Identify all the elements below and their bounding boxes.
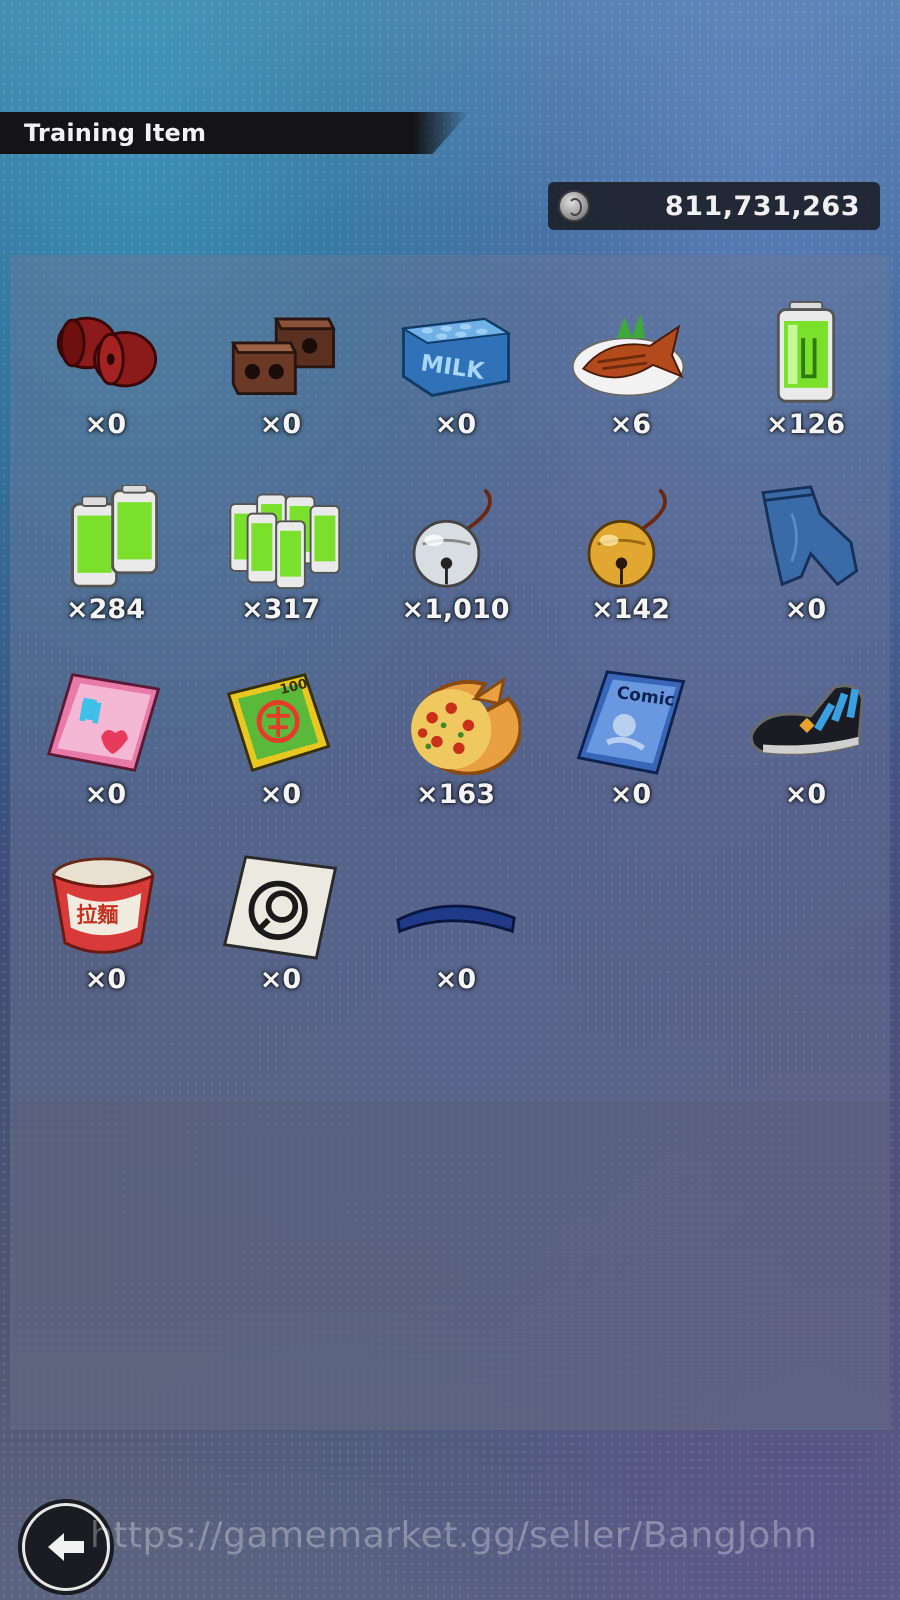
item-grid: ×0 ×0 MILK ×0 ×6 ×126 ×284 ×317 ×1,010 ×… (18, 300, 893, 995)
item-count: ×284 (66, 594, 145, 625)
item-count: ×0 (84, 964, 127, 995)
item-count: ×0 (84, 409, 127, 440)
zeni-coin-icon (558, 190, 590, 222)
milk-carton-icon: MILK (400, 317, 511, 397)
item-count: ×0 (259, 779, 302, 810)
item-count: ×1,010 (401, 594, 510, 625)
item-slot[interactable]: Comic ×0 (543, 670, 718, 810)
item-count: ×163 (416, 779, 495, 810)
item-count: ×142 (591, 594, 670, 625)
item-count: ×0 (609, 779, 652, 810)
blue-headband-icon (395, 904, 516, 934)
item-slot[interactable]: ×284 (18, 485, 193, 625)
item-slot[interactable]: H ×0 (18, 670, 193, 810)
cup-noodle-icon: 拉麵 (51, 857, 155, 954)
item-slot[interactable]: ×126 (718, 300, 893, 440)
silver-bell-icon (412, 488, 492, 588)
svg-text:拉麵: 拉麵 (76, 903, 118, 927)
panel-lower-shade (10, 1100, 890, 1430)
item-count: ×0 (259, 964, 302, 995)
item-slot[interactable]: ×1,010 (368, 485, 543, 625)
currency-display: 811,731,263 (548, 182, 880, 230)
item-count: ×317 (241, 594, 320, 625)
item-slot[interactable]: ×142 (543, 485, 718, 625)
item-count: ×126 (766, 409, 845, 440)
item-slot[interactable]: ×6 (543, 300, 718, 440)
item-slot[interactable]: 拉麵 ×0 (18, 855, 193, 995)
currency-value: 811,731,263 (664, 190, 860, 222)
item-count: ×0 (784, 594, 827, 625)
red-weights-icon (56, 316, 157, 388)
page-title: Training Item (24, 119, 207, 147)
title-bar: Training Item (0, 112, 470, 154)
watermark-text: https://gamemarket.gg/seller/BangJohn (90, 1515, 818, 1556)
item-slot[interactable]: 100 ×0 (193, 670, 368, 810)
emblem-card-icon (222, 855, 337, 960)
pink-magazine-icon: H (46, 673, 160, 772)
item-slot[interactable]: ×0 (368, 855, 543, 995)
battery-pack-icon (228, 493, 340, 590)
back-arrow-icon (48, 1533, 84, 1561)
sneaker-icon (749, 684, 864, 756)
item-slot[interactable]: ×0 (18, 300, 193, 440)
item-slot[interactable]: ×0 (193, 855, 368, 995)
item-count: ×0 (84, 779, 127, 810)
pizza-icon (410, 676, 521, 775)
brown-weights-icon (230, 317, 336, 395)
gold-bell-icon (587, 488, 667, 588)
item-slot[interactable]: ×163 (368, 670, 543, 810)
item-slot[interactable]: ×0 (718, 670, 893, 810)
comic-magazine-icon: Comic (576, 670, 685, 775)
jeans-icon (760, 485, 858, 587)
item-slot[interactable]: MILK ×0 (368, 300, 543, 440)
item-slot[interactable]: ×317 (193, 485, 368, 625)
item-count: ×0 (784, 779, 827, 810)
item-count: ×6 (609, 409, 652, 440)
item-count: ×0 (259, 409, 302, 440)
battery-icon (776, 300, 835, 403)
item-slot[interactable]: ×0 (718, 485, 893, 625)
grilled-fish-icon (571, 313, 684, 397)
item-slot[interactable]: ×0 (193, 300, 368, 440)
manga-book-icon: 100 (226, 673, 331, 773)
item-count: ×0 (434, 409, 477, 440)
double-battery-icon (70, 485, 158, 588)
item-count: ×0 (434, 964, 477, 995)
